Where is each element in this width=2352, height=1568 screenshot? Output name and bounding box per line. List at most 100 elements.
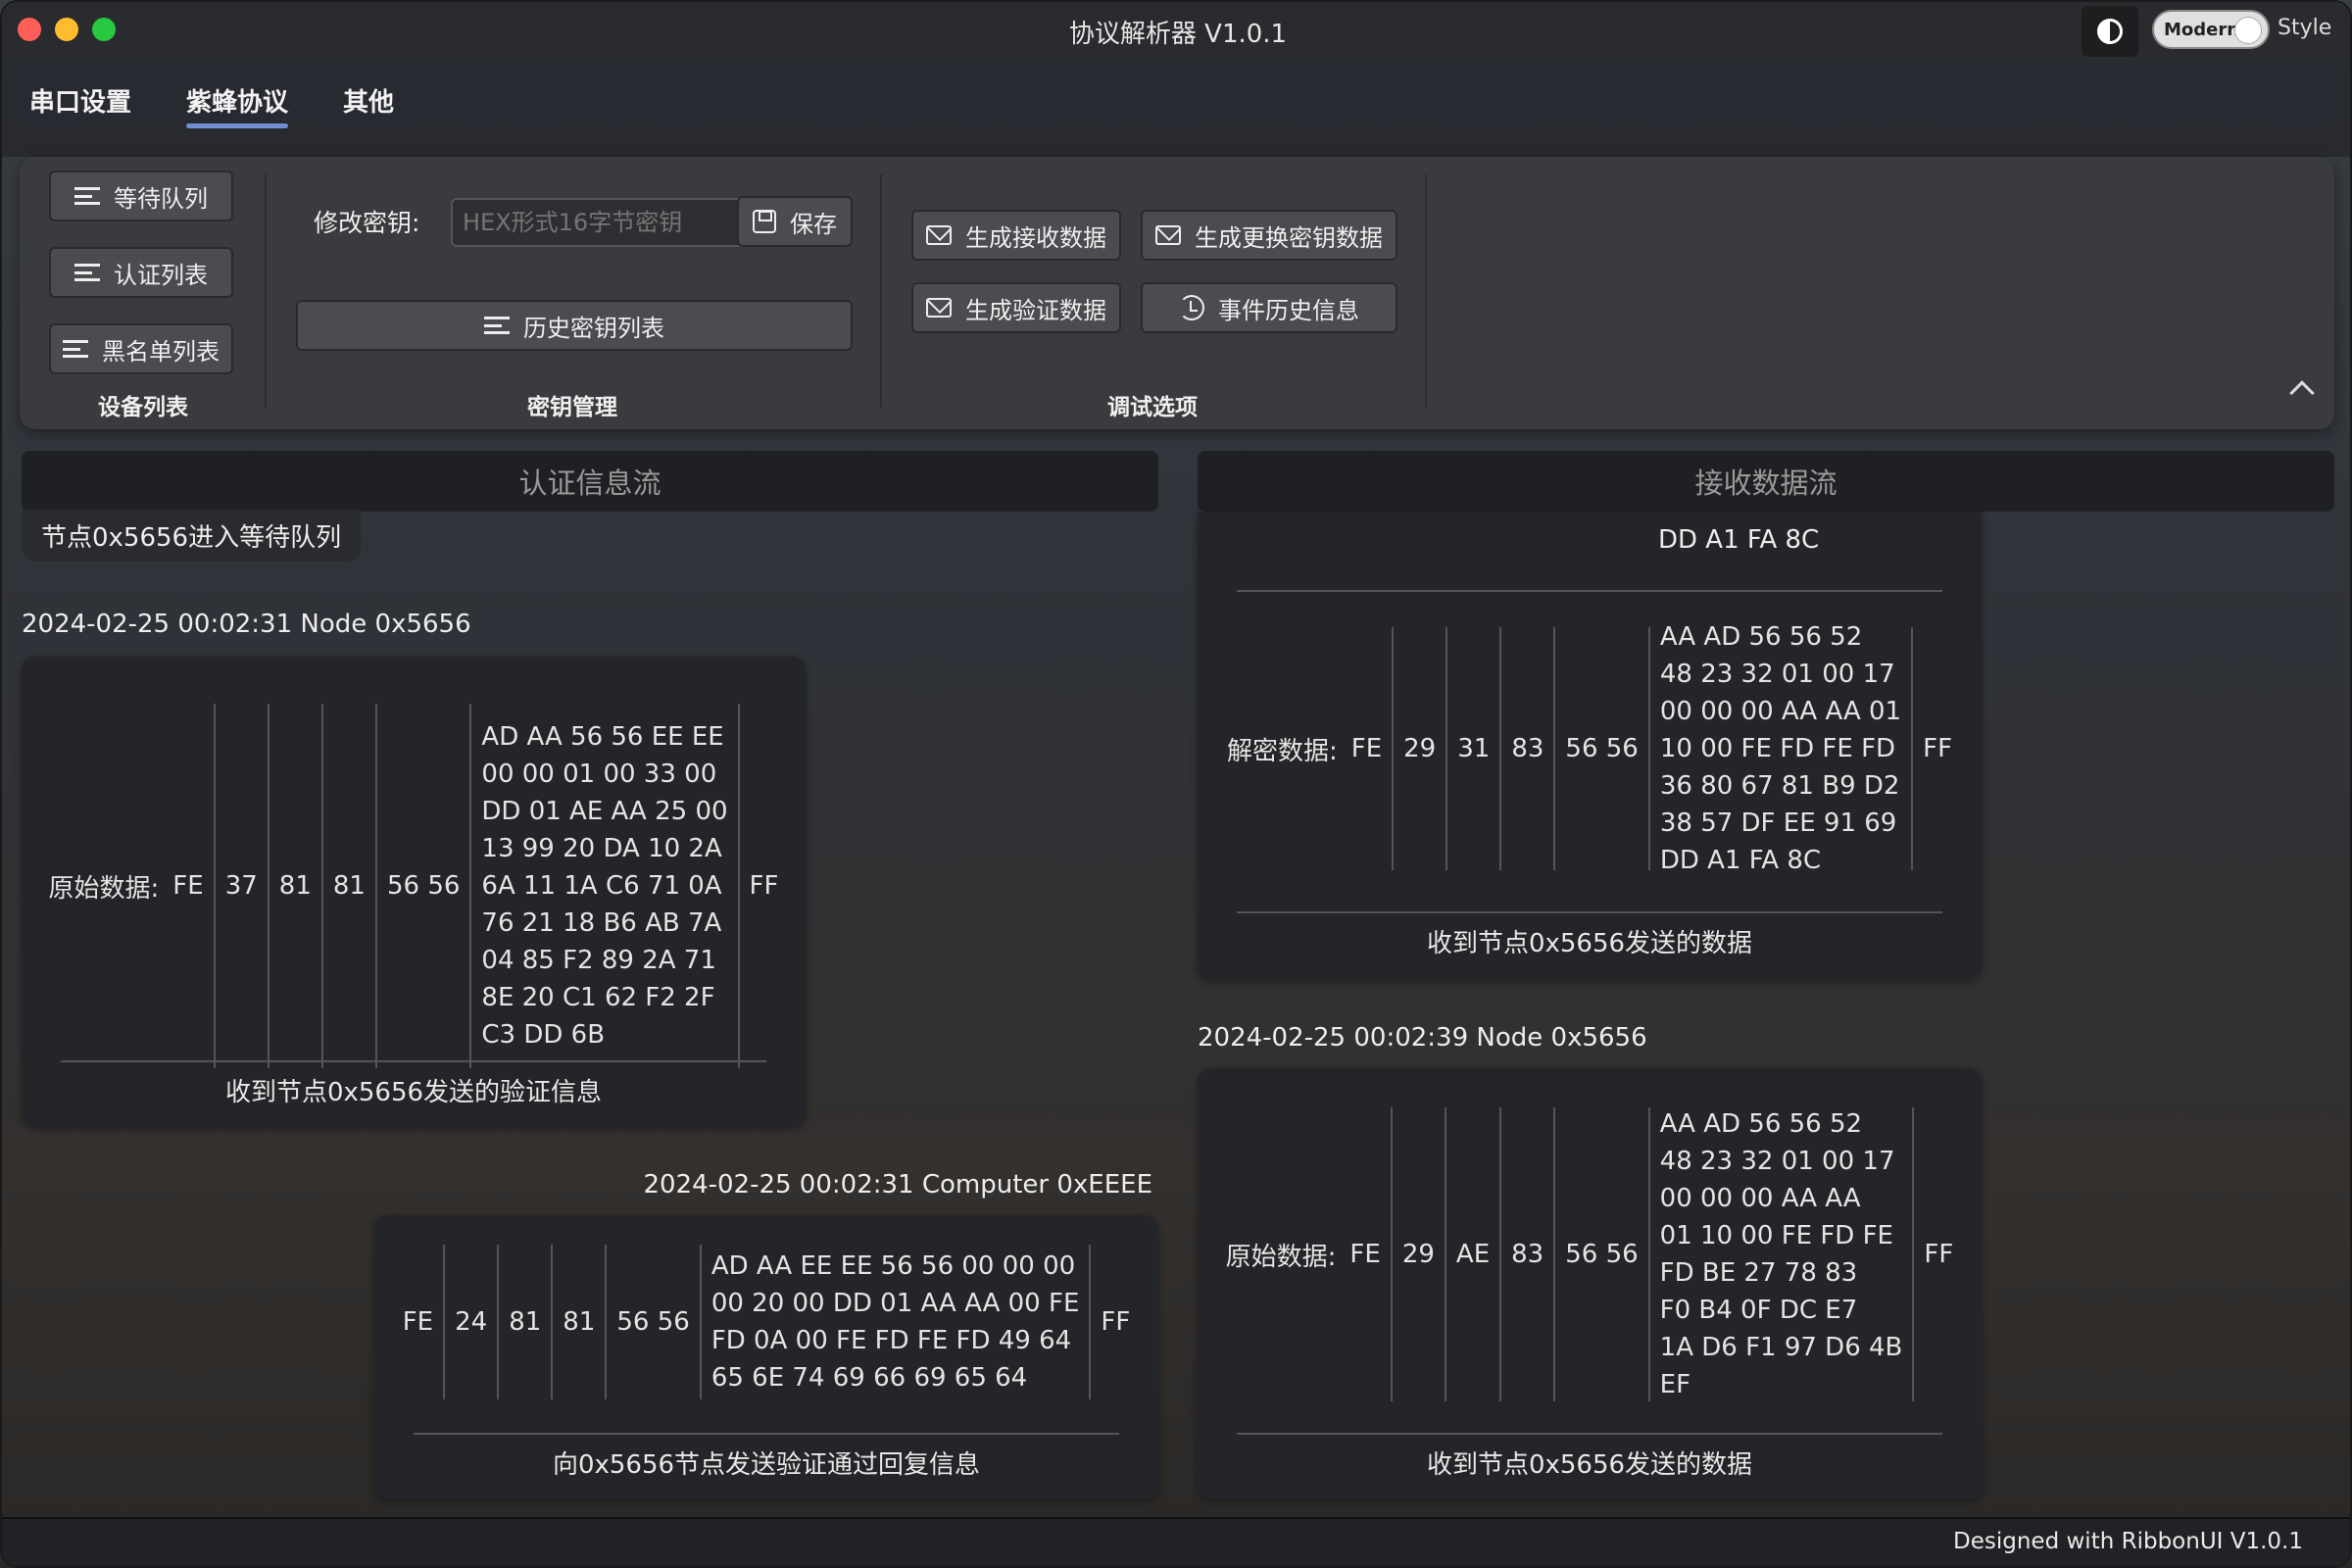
button-label: 生成更换密钥数据 bbox=[1195, 223, 1383, 252]
payload-line: 00 00 00 AA AA bbox=[1659, 1184, 1861, 1213]
packet-field: 29 bbox=[1392, 627, 1446, 870]
divider bbox=[1237, 1433, 1942, 1435]
button-label: 生成接收数据 bbox=[965, 223, 1106, 252]
tab-other[interactable]: 其他 bbox=[343, 82, 394, 119]
message-bubble: 原始数据: FE 37 81 81 56 56 AD AA 56 56 EE E… bbox=[22, 657, 806, 1127]
mail-icon bbox=[1155, 225, 1181, 245]
payload-line: DD A1 FA 8C bbox=[1659, 846, 1822, 875]
packet-field: 83 bbox=[1499, 627, 1553, 870]
style-toggle-switch[interactable]: Modern bbox=[2152, 10, 2270, 49]
packet-fields: 原始数据: FE 29 AE 83 56 56 AA AD 56 56 52 48… bbox=[1198, 1107, 1982, 1401]
history-keys-button[interactable]: 历史密钥列表 bbox=[296, 300, 853, 351]
auth-stream-header: 认证信息流 bbox=[22, 451, 1158, 512]
payload-line: AA AD 56 56 52 bbox=[1659, 1109, 1863, 1139]
packet-payload: AA AD 56 56 52 48 23 32 01 00 17 00 00 00 … bbox=[1647, 622, 1911, 875]
payload-line: 00 00 00 AA AA 01 bbox=[1659, 697, 1902, 726]
packet-label: 解密数据: bbox=[1226, 736, 1338, 766]
active-tab-indicator bbox=[186, 123, 288, 128]
collapse-ribbon-icon[interactable] bbox=[2289, 380, 2315, 406]
message-bubble: FE 24 81 81 56 56 AD AA EE EE 56 56 00 0… bbox=[374, 1215, 1158, 1499]
payload-line: 10 00 FE FD FE FD bbox=[1659, 734, 1896, 763]
packet-field: 56 56 bbox=[605, 1245, 699, 1399]
mail-icon bbox=[926, 225, 952, 245]
packet-fields: FE 24 81 81 56 56 AD AA EE EE 56 56 00 0… bbox=[374, 1245, 1158, 1399]
toggle-knob bbox=[2234, 17, 2262, 44]
history-icon bbox=[1179, 295, 1204, 320]
list-icon bbox=[484, 317, 510, 334]
payload-line: 48 23 32 01 00 17 bbox=[1659, 660, 1895, 689]
payload-line: 00 20 00 DD 01 AA AA 00 FE bbox=[710, 1289, 1080, 1318]
list-icon bbox=[74, 264, 100, 281]
payload-line: 13 99 20 DA 10 2A bbox=[481, 834, 722, 863]
payload-line: 36 80 67 81 B9 D2 bbox=[1659, 771, 1900, 801]
packet-field: FE bbox=[1350, 734, 1383, 763]
message-timestamp: 2024-02-25 00:02:39 Node 0x5656 bbox=[1198, 1023, 1647, 1053]
debug-group-label: 调试选项 bbox=[1107, 395, 1198, 420]
group-divider bbox=[1425, 174, 1427, 408]
generate-receive-data-button[interactable]: 生成接收数据 bbox=[911, 210, 1121, 261]
packet-field: 56 56 bbox=[1553, 627, 1647, 870]
waiting-queue-button[interactable]: 等待队列 bbox=[49, 171, 233, 221]
payload-line: F0 B4 0F DC E7 bbox=[1659, 1296, 1858, 1325]
payload-line: FD BE 27 78 83 bbox=[1659, 1258, 1858, 1288]
packet-field: FE bbox=[1349, 1240, 1381, 1269]
message-timestamp: 2024-02-25 00:02:31 Node 0x5656 bbox=[22, 610, 471, 639]
contrast-icon bbox=[2097, 19, 2123, 44]
payload-line: 1A D6 F1 97 D6 4B bbox=[1659, 1333, 1903, 1362]
payload-line: DD 01 AE AA 25 00 bbox=[481, 797, 728, 826]
payload-line: 8E 20 C1 62 F2 2F bbox=[481, 983, 715, 1012]
packet-end: FF bbox=[1912, 1107, 1963, 1401]
payload-line: AD AA 56 56 EE EE bbox=[481, 722, 724, 752]
packet-field: 81 bbox=[551, 1245, 605, 1399]
packet-payload: AD AA 56 56 EE EE 00 00 01 00 33 00 DD 01 … bbox=[469, 704, 737, 1068]
message-caption: 向0x5656节点发送验证通过回复信息 bbox=[552, 1450, 981, 1480]
generate-verify-data-button[interactable]: 生成验证数据 bbox=[911, 282, 1121, 333]
event-history-button[interactable]: 事件历史信息 bbox=[1141, 282, 1397, 333]
message-bubble: DD A1 FA 8C 解密数据: FE 29 31 83 56 56 AA A… bbox=[1198, 512, 1982, 980]
tab-zigbee-protocol[interactable]: 紫蜂协议 bbox=[186, 82, 288, 119]
theme-toggle-button[interactable] bbox=[2082, 6, 2138, 57]
generate-rekey-data-button[interactable]: 生成更换密钥数据 bbox=[1141, 210, 1397, 261]
tab-serial-settings[interactable]: 串口设置 bbox=[29, 82, 131, 119]
device-group-label: 设备列表 bbox=[98, 395, 188, 420]
packet-field: FE bbox=[172, 871, 204, 901]
tab-bar: 串口设置 紫蜂协议 其他 bbox=[2, 59, 2350, 157]
payload-line: 6A 11 1A C6 71 0A bbox=[481, 871, 722, 901]
packet-field: 81 bbox=[267, 704, 321, 1068]
save-icon bbox=[753, 210, 776, 233]
list-icon bbox=[74, 187, 100, 205]
payload-line: FD 0A 00 FE FD FE FD 49 64 bbox=[710, 1326, 1072, 1355]
auth-list-button[interactable]: 认证列表 bbox=[49, 247, 233, 298]
save-button[interactable]: 保存 bbox=[737, 196, 853, 247]
message-caption: 收到节点0x5656发送的验证信息 bbox=[224, 1078, 603, 1107]
packet-fields: 解密数据: FE 29 31 83 56 56 AA AD 56 56 52 48… bbox=[1198, 622, 1982, 875]
packet-end: FF bbox=[1911, 627, 1962, 870]
packet-field: 29 bbox=[1390, 1107, 1445, 1401]
divider bbox=[1237, 590, 1942, 592]
button-label: 黑名单列表 bbox=[102, 337, 220, 366]
packet-field: 37 bbox=[213, 704, 268, 1068]
button-label: 历史密钥列表 bbox=[523, 314, 664, 342]
button-label: 生成验证数据 bbox=[965, 296, 1106, 324]
window-title: 协议解析器 V1.0.1 bbox=[1068, 20, 1288, 49]
packet-field: AE bbox=[1444, 1107, 1499, 1401]
packet-field: 81 bbox=[320, 704, 375, 1068]
packet-field: FE bbox=[402, 1307, 434, 1337]
style-toggle-label: Modern bbox=[2164, 20, 2240, 40]
payload-line: 48 23 32 01 00 17 bbox=[1659, 1147, 1895, 1176]
packet-label: 原始数据: bbox=[48, 873, 160, 904]
group-divider bbox=[880, 174, 882, 408]
app-window: 协议解析器 V1.0.1 Modern Style 串口设置 紫蜂协议 其他 等… bbox=[0, 0, 2352, 1568]
style-label: Style bbox=[2278, 16, 2332, 40]
packet-field: 56 56 bbox=[1553, 1107, 1647, 1401]
key-input[interactable] bbox=[451, 198, 745, 247]
packet-payload: AA AD 56 56 52 48 23 32 01 00 17 00 00 00 … bbox=[1647, 1107, 1913, 1401]
status-bar: Designed with RibbonUI V1.0.1 bbox=[2, 1517, 2350, 1566]
blacklist-button[interactable]: 黑名单列表 bbox=[49, 323, 233, 374]
payload-line: AA AD 56 56 52 bbox=[1659, 622, 1863, 652]
key-label: 修改密钥: bbox=[314, 209, 420, 237]
button-label: 保存 bbox=[790, 210, 837, 238]
key-group-label: 密钥管理 bbox=[527, 395, 617, 420]
divider bbox=[414, 1433, 1119, 1435]
title-bar: 协议解析器 V1.0.1 Modern Style bbox=[2, 2, 2350, 59]
